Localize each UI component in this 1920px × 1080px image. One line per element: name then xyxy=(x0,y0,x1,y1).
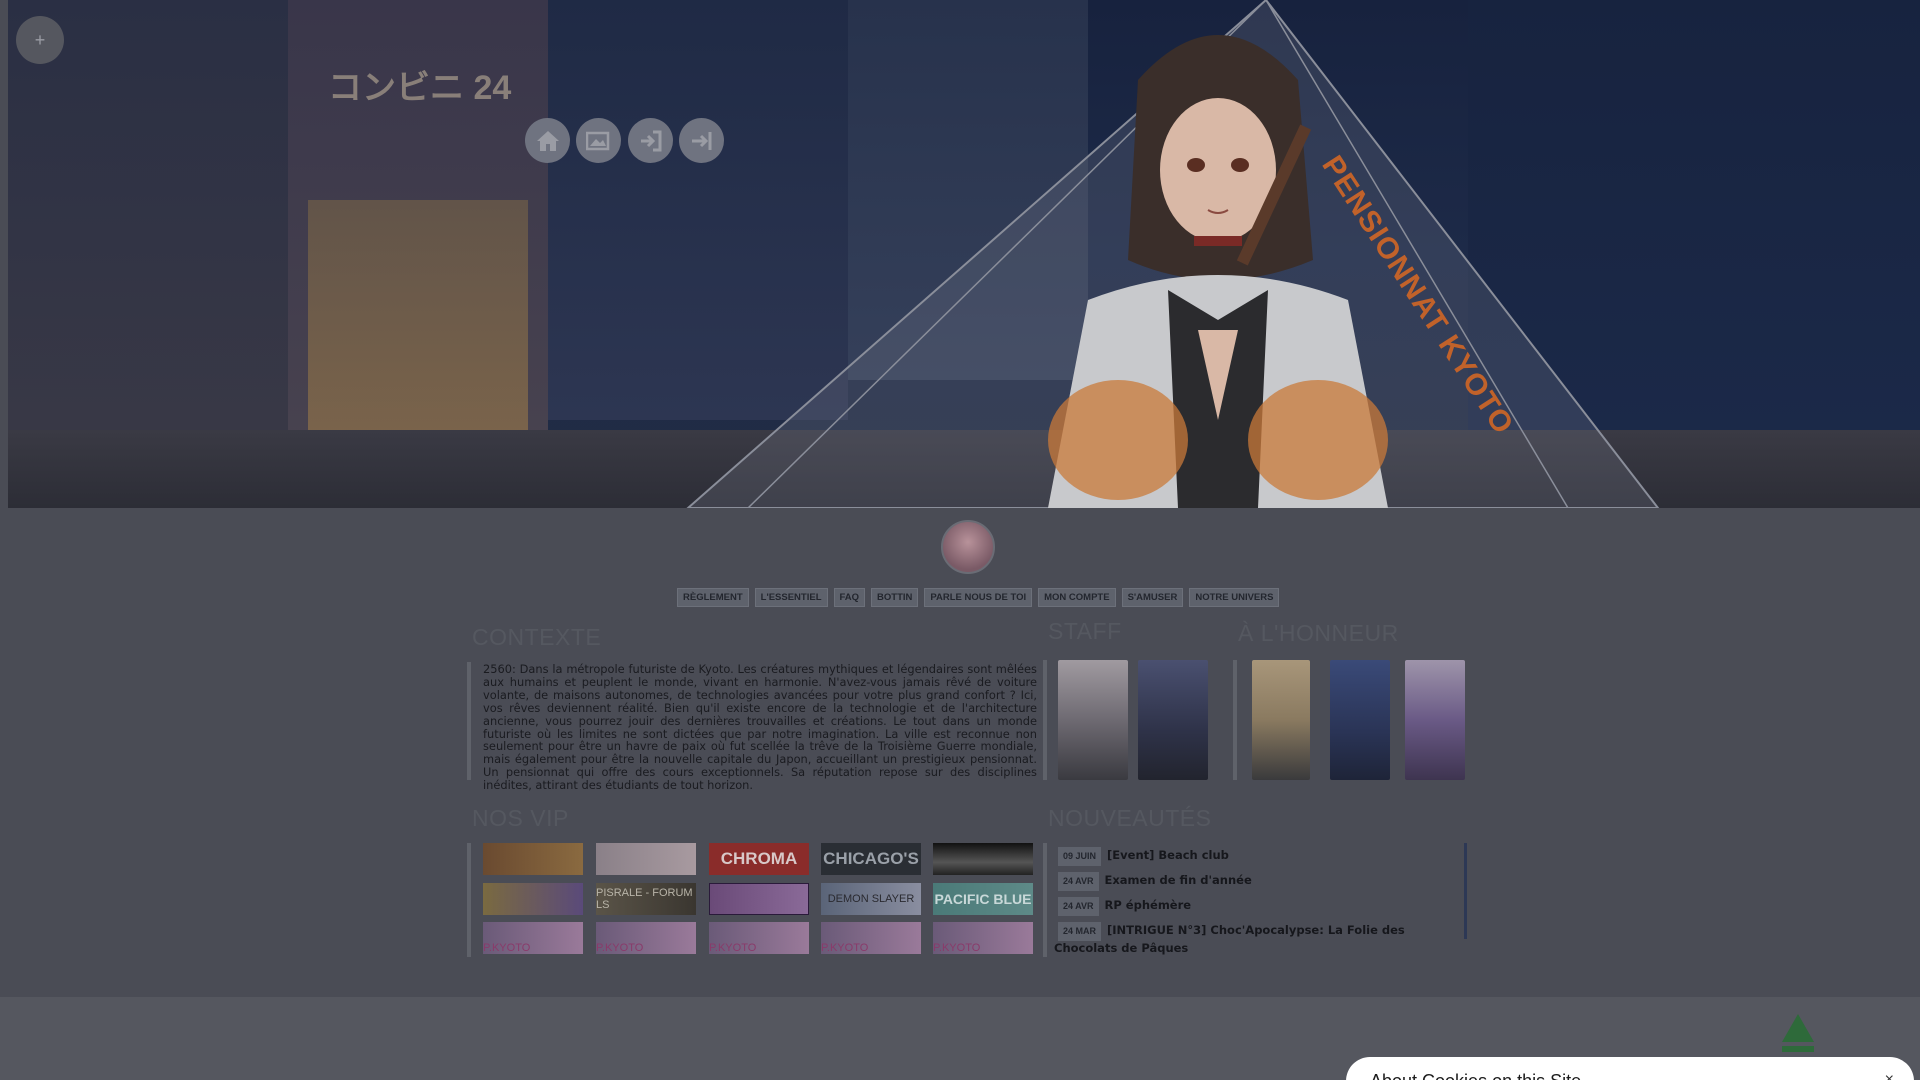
vip-banner-pisrale-label: PISRALE - FORUM LS xyxy=(596,887,693,911)
vip-banner-demon-slayer-label: DEMON SLAYER xyxy=(827,893,915,905)
menu-parle-nous-de-toi[interactable]: PARLE NOUS DE TOI xyxy=(924,588,1033,607)
staff-card-1[interactable] xyxy=(1058,660,1128,780)
vip-title: NOS VIP xyxy=(472,805,569,831)
vip-banner-pkyoto-5[interactable]: P.KYOTO xyxy=(933,922,1033,954)
vip-banner-pkyoto-2[interactable]: P.KYOTO xyxy=(596,922,696,954)
register-icon xyxy=(691,131,711,150)
vip-banner-demon-slayer[interactable]: DEMON SLAYER xyxy=(821,883,921,915)
vip-banner-chroma[interactable]: CHROMA xyxy=(709,843,809,875)
vip-banner-pisrale[interactable]: PISRALE - FORUM LS xyxy=(596,883,696,915)
vip-banner-pkyoto-3-label: P.KYOTO xyxy=(709,942,757,954)
vip-banner-pkyoto-1-label: P.KYOTO xyxy=(483,942,531,954)
cookie-title: About Cookies on this Site xyxy=(1370,1071,1581,1080)
vip-banner-5[interactable] xyxy=(933,843,1033,875)
vip-banner-pkyoto-2-label: P.KYOTO xyxy=(596,942,644,954)
menu-essentiel[interactable]: L'ESSENTIEL xyxy=(754,588,828,607)
menu-faq[interactable]: FAQ xyxy=(833,588,866,607)
header-banner: コンビニ 24 PENSIONNAT KYOTO xyxy=(8,0,1920,508)
scroll-top-icon[interactable] xyxy=(1780,1012,1816,1052)
honneur-card-2[interactable] xyxy=(1330,660,1390,780)
vip-banner-pkyoto-4-label: P.KYOTO xyxy=(821,942,869,954)
triangle-frame xyxy=(686,0,1660,508)
vip-divider xyxy=(467,843,471,957)
login-button[interactable] xyxy=(628,118,673,163)
gallery-button[interactable] xyxy=(576,118,621,163)
news-item-2[interactable]: 24 AVR Examen de fin d'année xyxy=(1058,872,1463,891)
vip-banner-pkyoto-5-label: P.KYOTO xyxy=(933,942,981,954)
news-item-4[interactable]: 24 MAR [INTRIGUE N°3] Choc'Apocalypse: La… xyxy=(1054,922,1459,956)
vip-banner-2[interactable] xyxy=(596,843,696,875)
news-text-3: RP éphémère xyxy=(1104,898,1192,912)
news-item-1[interactable]: 09 JUIN [Event] Beach club xyxy=(1058,847,1463,866)
menu-samuser[interactable]: S'AMUSER xyxy=(1121,588,1184,607)
vip-banner-8[interactable] xyxy=(709,883,809,915)
vip-banner-pkyoto-3[interactable]: P.KYOTO xyxy=(709,922,809,954)
news-text-4: [INTRIGUE N°3] Choc'Apocalypse: La Folie… xyxy=(1054,923,1405,955)
honneur-title: À L'HONNEUR xyxy=(1238,620,1399,646)
honneur-card-1[interactable] xyxy=(1252,660,1310,780)
honneur-divider xyxy=(1233,660,1237,780)
news-date-2: 24 AVR xyxy=(1058,872,1099,891)
gallery-icon xyxy=(585,131,609,150)
home-icon xyxy=(536,130,559,151)
menu-mon-compte[interactable]: MON COMPTE xyxy=(1038,588,1116,607)
vip-banner-1[interactable] xyxy=(483,843,583,875)
plus-button[interactable]: + xyxy=(16,16,64,64)
staff-title: STAFF xyxy=(1048,618,1122,644)
vip-banner-6[interactable] xyxy=(483,883,583,915)
news-text-1: [Event] Beach club xyxy=(1107,848,1229,862)
menu-bottin[interactable]: BOTTIN xyxy=(871,588,919,607)
news-date-3: 24 AVR xyxy=(1058,897,1099,916)
main-menu: RÈGLEMENT L'ESSENTIEL FAQ BOTTIN PARLE N… xyxy=(677,588,1280,607)
menu-reglement[interactable]: RÈGLEMENT xyxy=(677,588,749,607)
staff-divider xyxy=(1043,660,1047,780)
staff-card-2[interactable] xyxy=(1138,660,1208,780)
honneur-card-3[interactable] xyxy=(1405,660,1465,780)
contexte-text: 2560: Dans la métropole futuriste de Kyo… xyxy=(483,662,1037,793)
vip-banner-chicagos[interactable]: CHICAGO'S xyxy=(821,843,921,875)
user-avatar[interactable] xyxy=(941,520,995,574)
menu-notre-univers[interactable]: NOTRE UNIVERS xyxy=(1189,588,1280,607)
login-icon xyxy=(640,130,661,151)
home-button[interactable] xyxy=(525,118,570,163)
contexte-title: CONTEXTE xyxy=(472,624,602,650)
news-date-1: 09 JUIN xyxy=(1058,847,1102,866)
cookie-close-icon[interactable]: × xyxy=(1885,1071,1894,1080)
contexte-box: 2560: Dans la métropole futuriste de Kyo… xyxy=(467,662,1037,792)
vip-banner-pkyoto-1[interactable]: P.KYOTO xyxy=(483,922,583,954)
vip-banner-pkyoto-4[interactable]: P.KYOTO xyxy=(821,922,921,954)
news-item-3[interactable]: 24 AVR RP éphémère xyxy=(1058,897,1463,916)
news-text-2: Examen de fin d'année xyxy=(1104,873,1252,887)
nouveautes-divider xyxy=(1043,843,1047,957)
cookie-banner: About Cookies on this Site × xyxy=(1346,1057,1914,1080)
nouveautes-title: NOUVEAUTÉS xyxy=(1048,805,1212,831)
register-button[interactable] xyxy=(679,118,724,163)
news-date-4: 24 MAR xyxy=(1058,922,1102,941)
vip-banner-pacific-blue[interactable]: PACIFIC BLUE xyxy=(933,883,1033,915)
nouveautes-scrollbar[interactable] xyxy=(1464,843,1467,939)
